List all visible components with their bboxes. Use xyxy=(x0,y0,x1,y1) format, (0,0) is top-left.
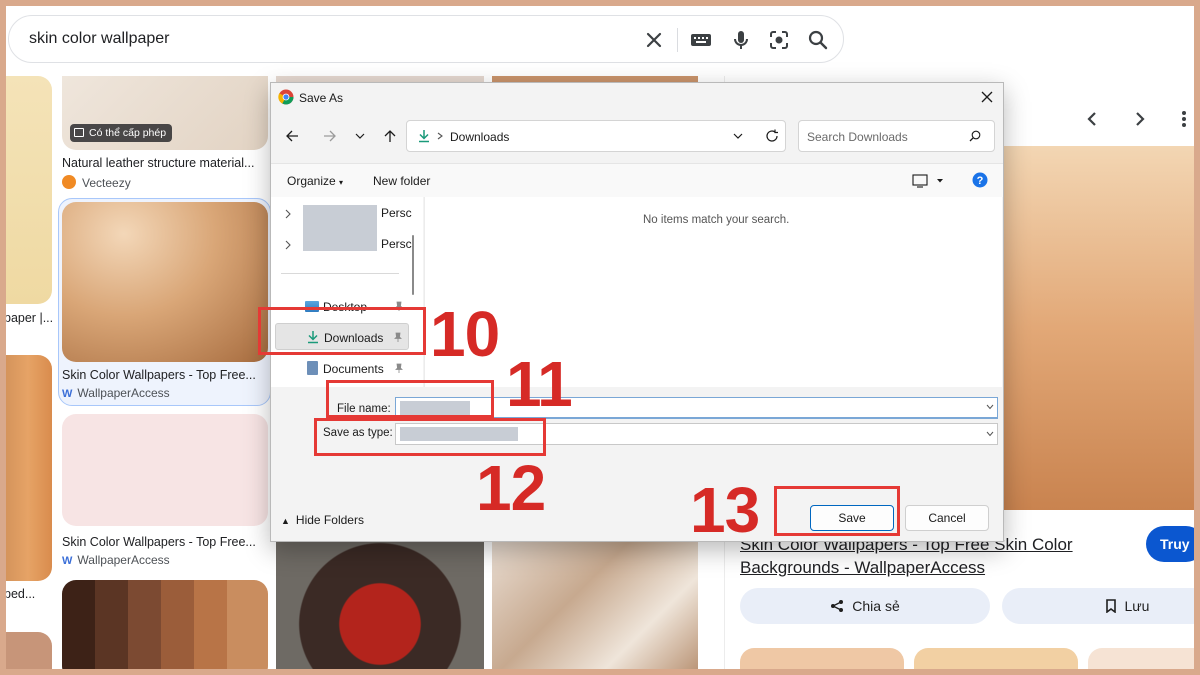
nav-scrollbar[interactable] xyxy=(412,235,414,295)
documents-icon xyxy=(307,361,318,375)
wallpaperaccess-logo-icon: W xyxy=(62,388,72,400)
visit-button[interactable]: Truy xyxy=(1146,526,1194,562)
result-image-2[interactable] xyxy=(62,202,268,362)
license-badge: Có thể cấp phép xyxy=(70,124,173,142)
preview-image[interactable] xyxy=(998,146,1194,510)
search-downloads-field[interactable]: Search Downloads xyxy=(798,120,995,152)
back-arrow-icon[interactable] xyxy=(285,129,299,143)
empty-message: No items match your search. xyxy=(643,214,790,226)
related-image-1[interactable] xyxy=(740,648,904,669)
result-image-3[interactable] xyxy=(62,414,268,526)
result-source-1: Vecteezy xyxy=(62,175,131,190)
download-icon xyxy=(419,130,429,143)
hide-folders-button[interactable]: ▲ Hide Folders xyxy=(281,513,364,527)
step-number-13: 13 xyxy=(690,474,760,546)
step-number-12: 12 xyxy=(476,452,546,524)
related-image-2[interactable] xyxy=(914,648,1078,669)
step-number-10: 10 xyxy=(430,298,500,370)
expand-chevron-icon[interactable] xyxy=(285,240,291,250)
expand-chevron-icon[interactable] xyxy=(285,209,291,219)
view-dropdown-icon[interactable] xyxy=(936,178,944,184)
highlight-file-name xyxy=(326,380,494,418)
lens-icon[interactable] xyxy=(767,28,791,52)
nav-divider xyxy=(281,273,399,274)
result-image-left-2[interactable] xyxy=(6,355,52,581)
pin-icon xyxy=(395,363,403,373)
nav-item-documents[interactable]: Documents xyxy=(275,355,409,382)
result-caption-left-1[interactable]: paper |... xyxy=(6,311,54,325)
vecteezy-logo-icon xyxy=(62,175,76,189)
bookmark-icon xyxy=(1105,599,1116,613)
redacted-folder-names xyxy=(303,205,377,251)
result-image-left-1[interactable] xyxy=(6,76,52,304)
nav-item-personal-2[interactable]: Persc xyxy=(381,237,412,251)
collapse-caret-icon: ▲ xyxy=(281,516,290,526)
search-input[interactable]: skin color wallpaper xyxy=(29,30,170,48)
save-to-collection-button[interactable]: Lưu xyxy=(1002,588,1194,624)
result-image-collage[interactable] xyxy=(492,540,698,669)
highlight-save-button xyxy=(774,486,900,536)
result-caption-3[interactable]: Skin Color Wallpapers - Top Free... xyxy=(62,535,268,549)
highlight-downloads xyxy=(258,307,426,355)
recent-locations-chevron-icon[interactable] xyxy=(355,131,365,141)
search-icon xyxy=(969,130,981,142)
help-icon[interactable]: ? xyxy=(972,172,988,188)
clear-icon[interactable] xyxy=(642,28,666,52)
next-arrow-icon[interactable] xyxy=(1130,110,1148,128)
related-image-3[interactable] xyxy=(1088,648,1194,669)
file-name-dropdown-icon[interactable] xyxy=(986,404,994,410)
result-caption-left-2[interactable]: ped... xyxy=(6,587,54,601)
result-image-left-3[interactable] xyxy=(6,632,52,669)
dialog-title: Save As xyxy=(299,91,344,105)
chrome-icon xyxy=(278,89,294,105)
search-downloads-placeholder: Search Downloads xyxy=(807,130,908,144)
license-icon xyxy=(74,128,84,137)
share-button[interactable]: Chia sẻ xyxy=(740,588,990,624)
result-image-palette[interactable] xyxy=(62,580,268,669)
result-image-1[interactable]: Có thể cấp phép xyxy=(62,76,268,150)
dialog-titlebar: Save As xyxy=(271,83,1003,113)
organize-menu[interactable]: Organize ▾ xyxy=(287,174,343,188)
result-caption-2[interactable]: Skin Color Wallpapers - Top Free... xyxy=(62,368,268,382)
result-source-3: W WallpaperAccess xyxy=(62,553,170,567)
more-options-icon[interactable] xyxy=(1180,110,1188,128)
prev-arrow-icon[interactable] xyxy=(1084,110,1102,128)
breadcrumb-separator-icon xyxy=(437,132,443,140)
result-image-face[interactable] xyxy=(276,540,484,669)
step-number-11: 11 xyxy=(506,348,573,420)
result-source-2: W WallpaperAccess xyxy=(62,386,170,400)
search-icon[interactable] xyxy=(806,28,830,52)
share-icon xyxy=(831,600,844,612)
close-icon[interactable] xyxy=(981,91,993,103)
address-dropdown-icon[interactable] xyxy=(733,132,743,140)
new-folder-button[interactable]: New folder xyxy=(373,174,430,188)
view-options-icon[interactable] xyxy=(912,174,928,188)
microphone-icon[interactable] xyxy=(729,28,753,52)
keyboard-icon[interactable] xyxy=(689,28,713,52)
svg-text:?: ? xyxy=(977,175,984,187)
search-bar[interactable]: skin color wallpaper xyxy=(8,15,844,63)
nav-item-personal-1[interactable]: Persc xyxy=(381,206,412,220)
cancel-button[interactable]: Cancel xyxy=(905,505,989,531)
up-arrow-icon[interactable] xyxy=(383,129,397,143)
wallpaperaccess-logo-icon: W xyxy=(62,555,72,567)
command-bar: Organize ▾ New folder ? xyxy=(271,163,1003,197)
browser-page: skin color wallpaper paper |... ped... C… xyxy=(6,6,1194,669)
navigation-pane: Persc Persc Desktop Downloads Documents xyxy=(271,197,423,387)
refresh-icon[interactable] xyxy=(765,129,779,143)
forward-arrow-icon[interactable] xyxy=(323,129,337,143)
address-path[interactable]: Downloads xyxy=(450,130,509,144)
highlight-save-as-type xyxy=(314,418,546,456)
address-bar[interactable]: Downloads xyxy=(406,120,786,152)
save-as-type-dropdown-icon[interactable] xyxy=(986,431,994,437)
result-caption-1[interactable]: Natural leather structure material... xyxy=(62,156,268,170)
